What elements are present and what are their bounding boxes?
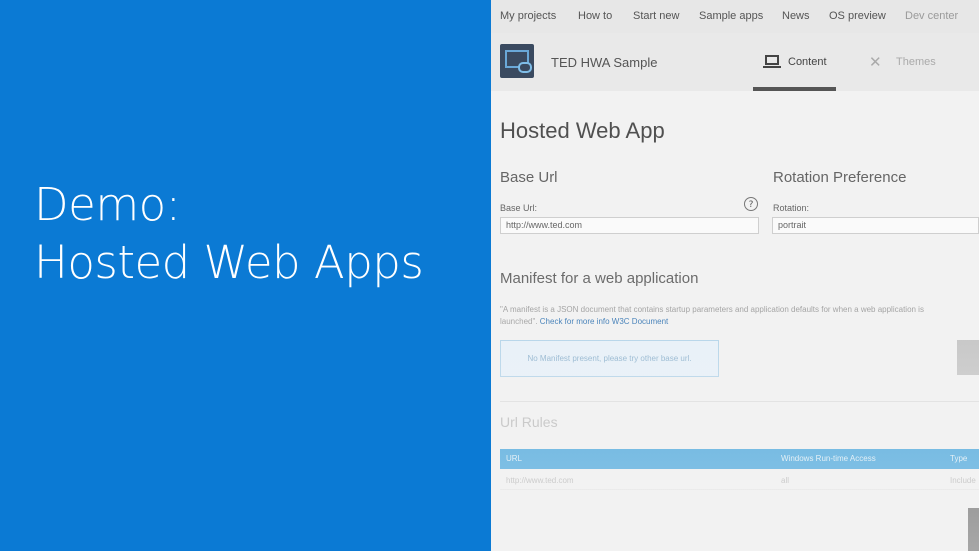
monitor-icon xyxy=(765,55,779,65)
active-tab-indicator xyxy=(753,87,836,91)
nav-start-new[interactable]: Start new xyxy=(633,10,679,22)
url-rules-heading: Url Rules xyxy=(500,414,558,430)
column-url: URL xyxy=(506,454,523,463)
monitor-icon-base xyxy=(763,66,781,68)
cell-url: http://www.ted.com xyxy=(506,476,574,485)
manifest-description-prefix: launched". xyxy=(500,317,538,326)
top-navigation: My projects How to Start new Sample apps… xyxy=(491,0,979,33)
page-title: Hosted Web App xyxy=(500,118,665,143)
manifest-description: "A manifest is a JSON document that cont… xyxy=(500,304,979,328)
screenshot-panel: My projects How to Start new Sample apps… xyxy=(491,0,979,551)
manifest-description-line-1: "A manifest is a JSON document that cont… xyxy=(500,305,924,314)
slide-title-panel: Demo: Hosted Web Apps xyxy=(0,0,491,551)
base-url-input[interactable]: http://www.ted.com xyxy=(500,217,759,234)
manifest-description-line-2: launched". Check for more info W3C Docum… xyxy=(500,316,979,328)
nav-news[interactable]: News xyxy=(782,10,810,22)
side-action-button[interactable] xyxy=(957,340,979,375)
rotation-select[interactable]: portrait xyxy=(772,217,979,234)
base-url-heading: Base Url xyxy=(500,169,558,186)
app-name: TED HWA Sample xyxy=(551,55,658,70)
nav-how-to[interactable]: How to xyxy=(578,10,612,22)
tab-content[interactable]: Content xyxy=(753,33,836,91)
column-type: Type xyxy=(950,454,968,463)
slide-title: Demo: Hosted Web Apps xyxy=(34,176,424,292)
rotation-label: Rotation: xyxy=(773,203,810,213)
slide-title-line-1: Demo: xyxy=(34,178,181,231)
nav-os-preview[interactable]: OS preview xyxy=(829,10,886,22)
slide-title-line-2: Hosted Web Apps xyxy=(34,236,424,289)
app-tile-icon xyxy=(500,44,534,78)
nav-sample-apps[interactable]: Sample apps xyxy=(699,10,763,22)
tab-content-label: Content xyxy=(788,56,827,68)
manifest-heading: Manifest for a web application xyxy=(500,270,699,287)
cell-access: all xyxy=(781,476,790,485)
app-header: TED HWA Sample Content ✕ Themes xyxy=(491,33,979,91)
tools-icon: ✕ xyxy=(869,53,882,71)
table-row[interactable]: http://www.ted.com all Include xyxy=(500,473,979,490)
section-divider xyxy=(500,401,979,402)
nav-my-projects[interactable]: My projects xyxy=(500,10,556,22)
help-icon[interactable]: ? xyxy=(744,197,758,211)
cell-type: Include xyxy=(950,476,976,485)
cloud-icon xyxy=(518,62,532,73)
w3c-link[interactable]: Check for more info W3C Document xyxy=(540,317,669,326)
tab-themes-label: Themes xyxy=(896,56,936,68)
corner-element xyxy=(968,508,979,551)
base-url-label: Base Url: xyxy=(500,203,538,213)
rotation-heading: Rotation Preference xyxy=(773,169,907,186)
no-manifest-notice: No Manifest present, please try other ba… xyxy=(500,340,719,377)
nav-dev-center[interactable]: Dev center xyxy=(905,10,958,22)
blurred-app-screenshot: My projects How to Start new Sample apps… xyxy=(491,0,979,551)
url-rules-table-header: URL Windows Run-time Access Type xyxy=(500,449,979,469)
column-access: Windows Run-time Access xyxy=(781,454,876,463)
